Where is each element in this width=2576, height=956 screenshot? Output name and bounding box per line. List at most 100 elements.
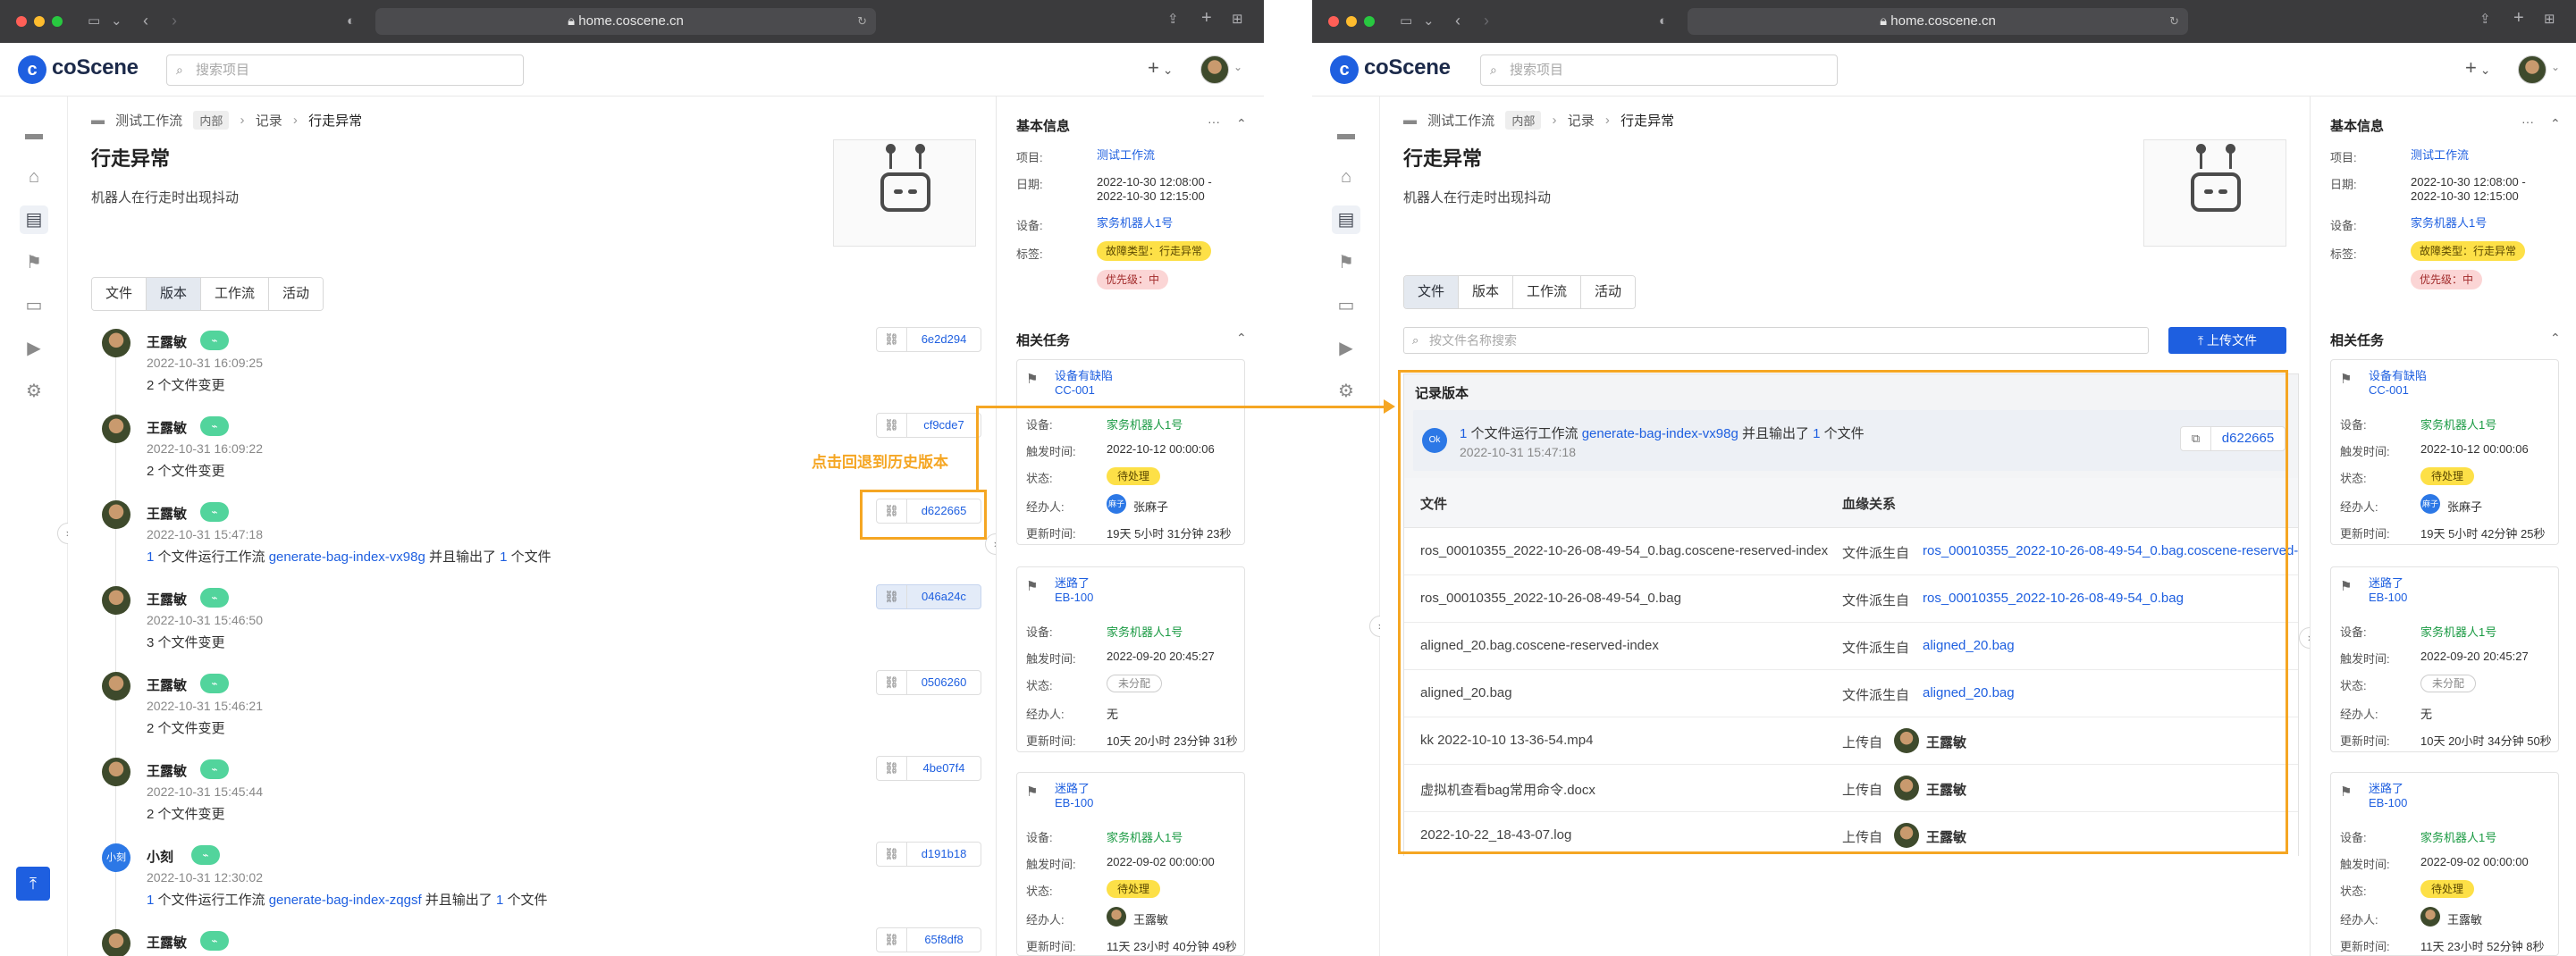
- project-link[interactable]: 测试工作流: [2411, 148, 2469, 163]
- version-hash-button[interactable]: ⛓ 0506260: [876, 670, 981, 695]
- record-thumbnail[interactable]: [833, 139, 976, 247]
- collapse-icon[interactable]: ⌃: [1236, 116, 1247, 131]
- task-device[interactable]: 家务机器人1号: [1107, 623, 1183, 640]
- sidebar-toggle-icon[interactable]: ▭: [1400, 14, 1412, 29]
- task-title[interactable]: 迷路了 EB-100: [1055, 782, 1093, 810]
- shield-icon[interactable]: ◐: [347, 14, 355, 29]
- tag-icon[interactable]: ⌁: [191, 845, 220, 865]
- version-hash-button[interactable]: ⛓ d191b18: [876, 842, 981, 867]
- forward-icon[interactable]: ›: [172, 13, 177, 29]
- user-avatar[interactable]: [1200, 55, 1229, 84]
- tab-activity[interactable]: 活动: [269, 278, 324, 310]
- task-device[interactable]: 家务机器人1号: [2420, 415, 2496, 432]
- task-title[interactable]: 迷路了 EB-100: [2369, 576, 2407, 605]
- project-search-input[interactable]: ⌕ 搜索项目: [166, 55, 524, 86]
- project-link[interactable]: 测试工作流: [1097, 148, 1155, 163]
- task-card[interactable]: ⚑ 迷路了 EB-100 设备: 家务机器人1号 触发时间: 2022-09-02…: [1016, 772, 1245, 956]
- task-card[interactable]: ⚑ 迷路了 EB-100 设备: 家务机器人1号 触发时间: 2022-09-20…: [2330, 566, 2559, 752]
- device-link[interactable]: 家务机器人1号: [2411, 216, 2487, 231]
- share-icon[interactable]: ⇪: [1167, 13, 1179, 27]
- back-icon[interactable]: ‹: [143, 13, 148, 29]
- workflow-link[interactable]: generate-bag-index-zqgsf: [269, 893, 422, 908]
- task-card[interactable]: ⚑ 设备有缺陷 CC-001 设备: 家务机器人1号 触发时间: 2022-10-…: [1016, 359, 1245, 545]
- tag-chip[interactable]: 优先级：中: [1097, 270, 1169, 289]
- tab-overview-icon[interactable]: ⊞: [2544, 13, 2555, 27]
- version-hash-button[interactable]: ⛓ 4be07f4: [876, 756, 981, 781]
- task-title[interactable]: 迷路了 EB-100: [1055, 576, 1093, 605]
- close-window-button[interactable]: [16, 16, 27, 27]
- task-card[interactable]: ⚑ 迷路了 EB-100 设备: 家务机器人1号 触发时间: 2022-09-20…: [1016, 566, 1245, 752]
- create-button[interactable]: + ⌄: [1148, 56, 1173, 80]
- gear-icon[interactable]: ⚙: [20, 377, 48, 406]
- task-device[interactable]: 家务机器人1号: [1107, 828, 1183, 845]
- address-bar[interactable]: 🔒︎ home.coscene.cn ↻: [375, 8, 876, 35]
- upload-icon[interactable]: ⤒: [16, 867, 50, 901]
- upload-file-button[interactable]: ⤒ 上传文件: [2168, 327, 2286, 354]
- chevron-down-icon[interactable]: ⌄: [1423, 14, 1435, 29]
- collapse-icon[interactable]: ⌃: [2550, 331, 2561, 346]
- zoom-window-button[interactable]: [1364, 16, 1375, 27]
- forward-icon[interactable]: ›: [1484, 13, 1489, 29]
- tab-workflows[interactable]: 工作流: [201, 278, 270, 310]
- task-device[interactable]: 家务机器人1号: [2420, 623, 2496, 640]
- chevron-down-icon[interactable]: ⌄: [2551, 61, 2560, 73]
- file-count-link[interactable]: 1: [500, 549, 507, 565]
- flag-icon[interactable]: ⚑: [1332, 248, 1360, 277]
- tag-chip[interactable]: 故障类型：行走异常: [2411, 241, 2526, 261]
- tag-icon[interactable]: ⌁: [200, 931, 229, 951]
- tag-icon[interactable]: ⌁: [200, 416, 229, 436]
- folder-icon[interactable]: ▬: [20, 120, 48, 148]
- minimize-window-button[interactable]: [34, 16, 45, 27]
- reload-icon[interactable]: ↻: [857, 8, 867, 35]
- task-card[interactable]: ⚑ 迷路了 EB-100 设备: 家务机器人1号 触发时间: 2022-09-02…: [2330, 772, 2559, 956]
- task-title[interactable]: 迷路了 EB-100: [2369, 782, 2407, 810]
- more-icon[interactable]: ···: [1208, 114, 1220, 129]
- record-thumbnail[interactable]: [2143, 139, 2286, 247]
- tag-chip[interactable]: 故障类型：行走异常: [1097, 241, 1212, 261]
- breadcrumb-project[interactable]: 测试工作流: [115, 111, 182, 130]
- version-hash-button[interactable]: ⛓ 046a24c: [876, 584, 981, 609]
- new-tab-icon[interactable]: +: [2513, 9, 2524, 27]
- tab-workflows[interactable]: 工作流: [1513, 276, 1582, 308]
- back-icon[interactable]: ‹: [1455, 13, 1461, 29]
- version-hash-button[interactable]: ⛓ 6e2d294: [876, 327, 981, 352]
- flag-icon[interactable]: ⚑: [20, 248, 48, 277]
- device-icon[interactable]: ▭: [20, 291, 48, 320]
- address-bar[interactable]: 🔒︎ home.coscene.cn ↻: [1688, 8, 2188, 35]
- task-card[interactable]: ⚑ 设备有缺陷 CC-001 设备: 家务机器人1号 触发时间: 2022-10-…: [2330, 359, 2559, 545]
- create-button[interactable]: + ⌄: [2465, 56, 2490, 80]
- records-icon[interactable]: ▤: [20, 205, 48, 234]
- gear-icon[interactable]: ⚙: [1332, 377, 1360, 406]
- tag-icon[interactable]: ⌁: [200, 331, 229, 350]
- minimize-window-button[interactable]: [1346, 16, 1357, 27]
- breadcrumb-project[interactable]: 测试工作流: [1427, 111, 1494, 130]
- share-icon[interactable]: ⇪: [2479, 13, 2491, 27]
- chevron-down-icon[interactable]: ⌄: [111, 14, 122, 29]
- shield-icon[interactable]: ◐: [1659, 14, 1667, 29]
- play-icon[interactable]: ▶: [20, 334, 48, 363]
- device-link[interactable]: 家务机器人1号: [1097, 216, 1173, 231]
- collapse-icon[interactable]: ⌃: [2550, 116, 2561, 131]
- tag-icon[interactable]: ⌁: [200, 588, 229, 608]
- tab-overview-icon[interactable]: ⊞: [1232, 13, 1243, 27]
- tab-files[interactable]: 文件: [1404, 276, 1460, 308]
- version-hash-button[interactable]: ⛓ cf9cde7: [876, 413, 981, 438]
- tab-versions[interactable]: 版本: [147, 278, 202, 310]
- more-icon[interactable]: ···: [2521, 114, 2534, 129]
- sidebar-toggle-icon[interactable]: ▭: [88, 14, 100, 29]
- new-tab-icon[interactable]: +: [1201, 9, 1212, 27]
- workflow-link[interactable]: generate-bag-index-vx98g: [269, 549, 425, 565]
- home-icon[interactable]: ⌂: [20, 163, 48, 191]
- device-icon[interactable]: ▭: [1332, 291, 1360, 320]
- task-title[interactable]: 设备有缺陷 CC-001: [1055, 369, 1113, 398]
- tag-chip[interactable]: 优先级：中: [2411, 270, 2483, 289]
- folder-icon[interactable]: ▬: [1332, 120, 1360, 148]
- task-device[interactable]: 家务机器人1号: [2420, 828, 2496, 845]
- breadcrumb-section[interactable]: 记录: [256, 111, 282, 130]
- chevron-down-icon[interactable]: ⌄: [1233, 61, 1242, 73]
- play-icon[interactable]: ▶: [1332, 334, 1360, 363]
- tag-icon[interactable]: ⌁: [200, 674, 229, 693]
- task-device[interactable]: 家务机器人1号: [1107, 415, 1183, 432]
- home-icon[interactable]: ⌂: [1332, 163, 1360, 191]
- tag-icon[interactable]: ⌁: [200, 502, 229, 522]
